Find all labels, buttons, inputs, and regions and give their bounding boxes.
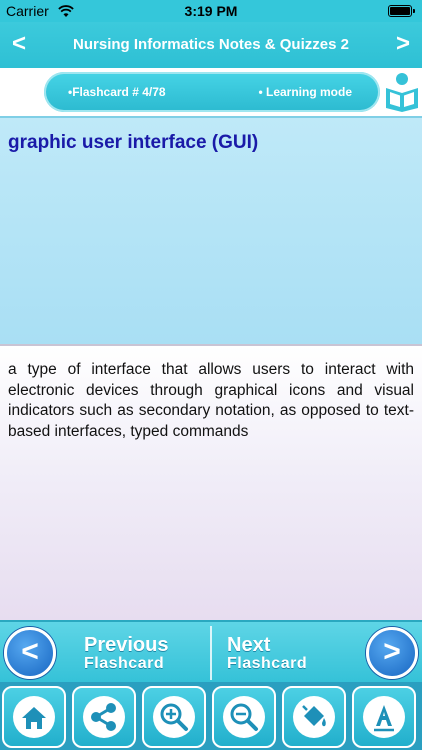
theme-button[interactable]	[282, 686, 346, 748]
arrow-right-icon: >	[366, 627, 418, 679]
page-title: Nursing Informatics Notes & Quizzes 2	[73, 36, 349, 53]
flashcard-navigation-bar: < Previous Flashcard Next Flashcard >	[0, 620, 422, 682]
reading-person-icon[interactable]	[384, 72, 420, 112]
zoom-out-button[interactable]	[212, 686, 276, 748]
chevron-left-icon[interactable]: <	[4, 30, 34, 58]
flashcard-back[interactable]: a type of interface that allows users to…	[0, 344, 422, 620]
share-button[interactable]	[72, 686, 136, 748]
zoom-in-icon	[153, 696, 195, 738]
font-icon	[363, 696, 405, 738]
zoom-in-button[interactable]	[142, 686, 206, 748]
battery-icon	[388, 5, 415, 17]
next-flashcard-button[interactable]: Next Flashcard >	[211, 622, 422, 684]
chevron-right-icon[interactable]: >	[388, 30, 418, 58]
mode-label: • Learning mode	[258, 85, 352, 99]
flashcard-info-pill: •Flashcard # 4/78 • Learning mode	[44, 72, 380, 112]
flashcard-front[interactable]: graphic user interface (GUI)	[0, 116, 422, 344]
font-button[interactable]	[352, 686, 416, 748]
arrow-left-icon: <	[4, 627, 56, 679]
home-button[interactable]	[2, 686, 66, 748]
next-label: Next	[227, 634, 271, 656]
status-bar: Carrier 3:19 PM	[0, 0, 422, 22]
zoom-out-icon	[223, 696, 265, 738]
paint-bucket-icon	[293, 696, 335, 738]
flashcard-definition: a type of interface that allows users to…	[8, 361, 414, 440]
previous-label: Previous	[84, 634, 169, 656]
next-sublabel: Flashcard	[227, 655, 308, 672]
flashcard-term: graphic user interface (GUI)	[8, 132, 259, 153]
info-strip: •Flashcard # 4/78 • Learning mode	[0, 68, 422, 116]
nav-bar: < Nursing Informatics Notes & Quizzes 2 …	[0, 22, 422, 68]
flashcard-counter: •Flashcard # 4/78	[68, 85, 166, 99]
share-icon	[83, 696, 125, 738]
previous-flashcard-button[interactable]: < Previous Flashcard	[0, 622, 211, 684]
clock: 3:19 PM	[184, 3, 238, 19]
bottom-toolbar	[0, 682, 422, 750]
home-icon	[13, 696, 55, 738]
previous-sublabel: Flashcard	[84, 655, 165, 672]
